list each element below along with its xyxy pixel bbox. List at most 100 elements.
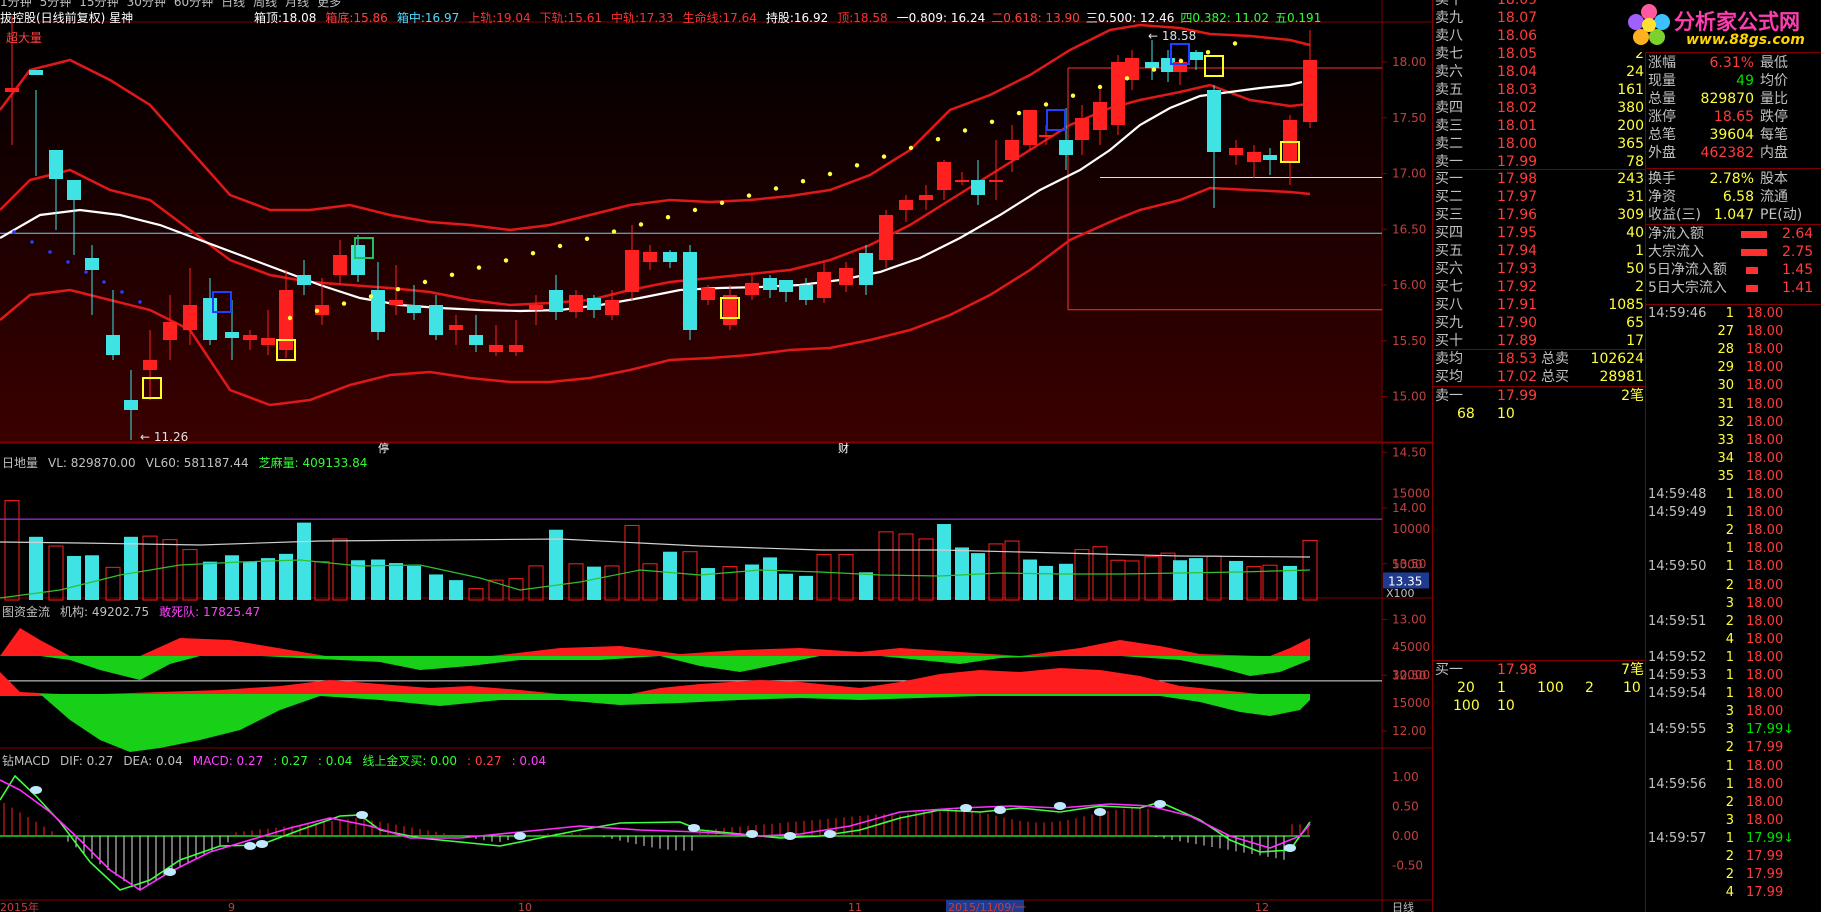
ask-row[interactable]: 卖五 18.03 161 <box>1433 81 1646 99</box>
candle-body[interactable] <box>1059 140 1073 155</box>
volume-bar[interactable] <box>1074 549 1090 601</box>
candle-body[interactable] <box>351 245 365 275</box>
candle-body[interactable] <box>919 195 933 200</box>
candle-body[interactable] <box>839 268 853 285</box>
candle-body[interactable] <box>429 305 443 335</box>
candle-body[interactable] <box>29 70 43 75</box>
volume-bar[interactable] <box>898 533 914 601</box>
volume-bar[interactable] <box>203 561 217 600</box>
volume-bar[interactable] <box>549 529 563 600</box>
candle-body[interactable] <box>225 332 239 338</box>
volume-bar[interactable] <box>528 565 544 601</box>
candle-body[interactable] <box>261 338 275 345</box>
candle-body[interactable] <box>587 298 601 310</box>
volume-bar[interactable] <box>1160 552 1176 601</box>
volume-bar[interactable] <box>1229 560 1243 600</box>
candle-body[interactable] <box>1247 152 1261 162</box>
candle-body[interactable] <box>124 400 138 410</box>
candle-body[interactable] <box>549 290 563 312</box>
period-tab-3[interactable]: 30分钟 <box>127 0 166 9</box>
volume-bar[interactable] <box>878 531 894 601</box>
candle-body[interactable] <box>49 150 63 179</box>
volume-bar[interactable] <box>85 555 99 600</box>
candle-body[interactable] <box>701 288 715 300</box>
ask-row[interactable]: 卖三 18.01 200 <box>1433 117 1646 135</box>
ask-row[interactable]: 卖八18.061 <box>1433 27 1646 45</box>
candle-body[interactable] <box>1145 62 1159 68</box>
volume-bar[interactable] <box>971 553 985 600</box>
candle-body[interactable] <box>1039 135 1053 137</box>
candle-body[interactable] <box>955 180 969 182</box>
period-tab-8[interactable]: 更多 <box>317 0 341 9</box>
period-tab-1[interactable]: 5分钟 <box>40 0 72 9</box>
bid-row[interactable]: 买七 17.92 2 <box>1433 278 1646 296</box>
buy1-detail-row[interactable]: 买一 17.98 7笔 <box>1433 661 1646 679</box>
volume-bar[interactable] <box>449 580 463 600</box>
volume-bar[interactable] <box>1004 540 1020 601</box>
volume-bar[interactable] <box>1144 556 1160 601</box>
ask-row[interactable]: 卖七 18.05 2 <box>1433 45 1646 63</box>
volume-bar[interactable] <box>124 536 138 600</box>
candle-body[interactable] <box>1023 110 1037 145</box>
candle-body[interactable] <box>407 305 421 313</box>
candle-body[interactable] <box>509 345 523 352</box>
candle-body[interactable] <box>1189 52 1203 60</box>
volume-bar[interactable] <box>29 536 43 600</box>
bid-row[interactable]: 买十 17.89 17 <box>1433 332 1646 350</box>
volume-bar[interactable] <box>182 549 198 601</box>
volume-bar[interactable] <box>1124 560 1140 601</box>
period-tab-2[interactable]: 15分钟 <box>79 0 118 9</box>
candle-body[interactable] <box>643 252 657 262</box>
period-tab-7[interactable]: 月线 <box>285 0 309 9</box>
volume-bar[interactable] <box>243 561 257 600</box>
ask-row[interactable]: 卖四 18.02 380 <box>1433 99 1646 117</box>
volume-bar[interactable] <box>429 574 443 600</box>
ask-row[interactable]: 卖六 18.04 24 <box>1433 63 1646 81</box>
sell1-detail-row[interactable]: 卖一 17.99 2笔 <box>1433 387 1646 405</box>
bid-row[interactable]: 买五 17.94 1 <box>1433 242 1646 260</box>
candle-body[interactable] <box>1229 148 1243 155</box>
volume-bar[interactable] <box>1059 563 1073 600</box>
candle-body[interactable] <box>989 180 1003 182</box>
period-tab-0[interactable]: 1分钟 <box>0 0 32 9</box>
volume-bar[interactable] <box>587 566 601 600</box>
candle-body[interactable] <box>1075 118 1089 140</box>
ask-row[interactable]: 卖十 18.09 <box>1433 0 1646 9</box>
volume-bar[interactable] <box>261 558 275 600</box>
volume-bar[interactable] <box>663 551 677 600</box>
volume-bar[interactable] <box>4 500 20 601</box>
candle-body[interactable] <box>763 278 777 290</box>
candle-body[interactable] <box>143 360 157 370</box>
candle-body[interactable] <box>1207 90 1221 152</box>
volume-bar[interactable] <box>1023 559 1037 600</box>
volume-bar[interactable] <box>389 563 403 600</box>
bid-row[interactable]: 买六 17.93 50 <box>1433 260 1646 278</box>
candle-body[interactable] <box>1111 62 1125 125</box>
volume-bar[interactable] <box>1092 546 1108 601</box>
candle-body[interactable] <box>1093 102 1107 130</box>
volume-bar[interactable] <box>955 547 969 600</box>
candle-body[interactable] <box>183 305 197 330</box>
candle-body[interactable] <box>723 295 737 325</box>
candle-body[interactable] <box>971 180 985 195</box>
bid-row[interactable]: 买八 17.91 1085 <box>1433 296 1646 314</box>
volume-bar[interactable] <box>642 563 658 601</box>
candle-body[interactable] <box>106 335 120 355</box>
candle-body[interactable] <box>779 280 793 292</box>
candle-body[interactable] <box>489 345 503 352</box>
period-tab-5[interactable]: 日线 <box>221 0 245 9</box>
volume-bar[interactable] <box>48 545 64 601</box>
volume-bar[interactable] <box>816 554 832 601</box>
volume-bar[interactable] <box>624 524 640 601</box>
bid-row[interactable]: 买一 17.98 243 <box>1433 170 1646 188</box>
volume-bar[interactable] <box>918 538 934 601</box>
volume-bar[interactable] <box>763 557 777 600</box>
candle-body[interactable] <box>529 305 543 310</box>
ask-row[interactable]: 卖二 18.00 365 <box>1433 135 1646 153</box>
volume-bar[interactable] <box>142 535 158 601</box>
candle-body[interactable] <box>625 250 639 292</box>
candle-body[interactable] <box>799 285 813 300</box>
volume-bar[interactable] <box>1206 555 1222 601</box>
candle-body[interactable] <box>469 335 483 345</box>
candle-body[interactable] <box>569 295 583 312</box>
